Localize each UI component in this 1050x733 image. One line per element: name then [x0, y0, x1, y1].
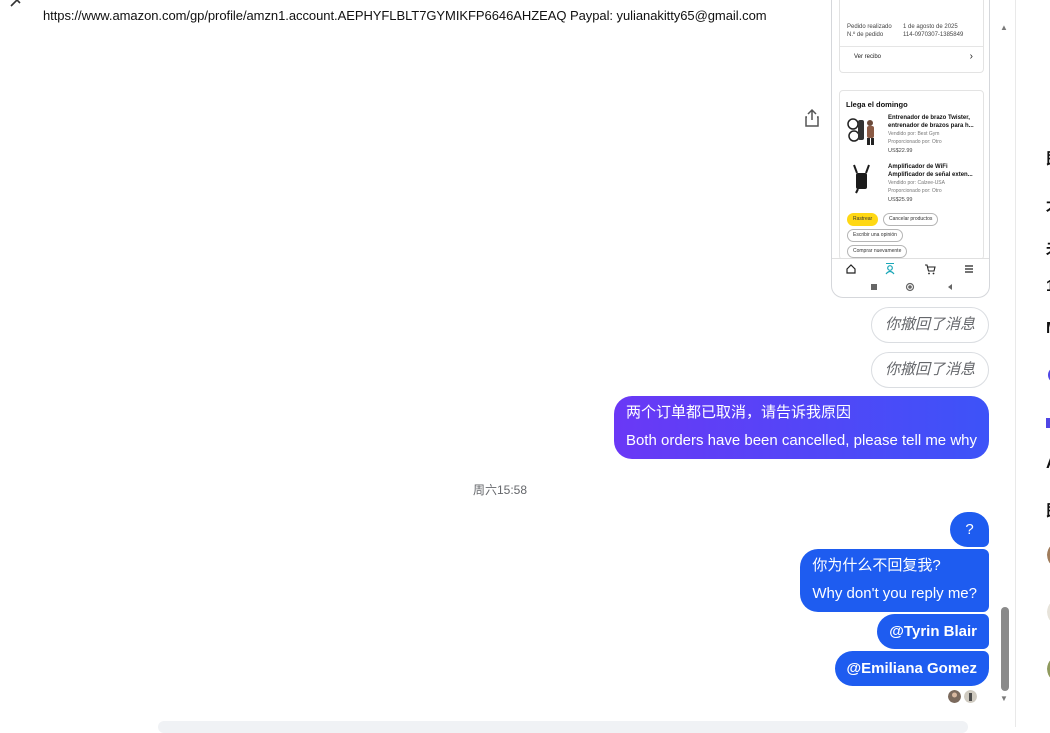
share-icon[interactable] [803, 108, 821, 128]
timestamp: 周六15:58 [473, 483, 528, 497]
message-text-en: Both orders have been cancelled, please … [625, 432, 977, 449]
read-receipt-avatar [964, 690, 977, 703]
product-name: Entrenador de brazo Twister, entrenador … [888, 115, 974, 129]
panel-text: 才 [1046, 193, 1050, 217]
message-bubble[interactable]: ? [950, 512, 989, 547]
order-date-row: Pedido realizado 1 de agosto de 2025 [847, 24, 958, 30]
product-provider: Proporcionado por: Otro [888, 188, 942, 194]
panel-text: 即 [1046, 145, 1050, 169]
pin-icon [10, 0, 21, 7]
scrollbar-thumb[interactable] [1001, 607, 1009, 691]
right-side-panel: 即 才 未 1 M A 即 [1015, 0, 1050, 727]
panel-text: 未 [1046, 235, 1050, 259]
status-dot-icon [1048, 369, 1050, 381]
shared-screenshot[interactable]: Pedido realizado 1 de agosto de 2025 N.º … [831, 0, 990, 298]
message-text-cn: 你为什么不回复我? [812, 557, 941, 574]
url-caption: https://www.amazon.com/gp/profile/amzn1.… [43, 8, 767, 23]
shipment-box: Llega el domingo Entrenador de brazo Twi… [839, 90, 984, 260]
message-composer[interactable] [158, 721, 968, 733]
read-receipt-avatar [948, 690, 961, 703]
app-tab-bar [832, 258, 989, 279]
panel-text: A [1046, 455, 1050, 473]
product-provider: Proporcionado por: Otro [888, 139, 942, 145]
mention-tyrin-blair[interactable]: @Tyrin Blair [889, 623, 977, 640]
order-number-row: N.º de pedido 114-0970307-1385849 [847, 32, 964, 38]
wifi-extender-icon [853, 164, 870, 194]
buy-again-button: Comprar nuevamente [847, 245, 908, 258]
message-text: ? [965, 521, 974, 538]
mention-message[interactable]: @Emiliana Gomez [834, 651, 989, 686]
arm-trainer-icon [847, 118, 874, 145]
status-bar-icon [1046, 418, 1050, 428]
scroll-down-arrow-icon[interactable]: ▼ [1000, 694, 1008, 703]
product-price: US$22.99 [888, 148, 913, 154]
cart-icon [925, 264, 936, 275]
receipt-link: Ver recibo › [840, 46, 983, 67]
message-text-en: Why don't you reply me? [812, 585, 977, 602]
account-icon [885, 263, 895, 275]
shipment-title: Llega el domingo [846, 100, 908, 109]
home-icon [846, 264, 856, 274]
track-button: Rastrear [847, 213, 879, 226]
recalled-message: 你撤回了消息 [870, 307, 989, 343]
order-info-box: Pedido realizado 1 de agosto de 2025 N.º … [839, 0, 984, 73]
product-price: US$25.99 [888, 197, 913, 203]
message-text-cn: 两个订单都已取消，请告诉我原因 [625, 404, 851, 421]
message-bubble[interactable]: 你为什么不回复我? Why don't you reply me? [800, 549, 989, 612]
scroll-up-arrow-icon[interactable]: ▲ [1000, 23, 1008, 32]
cancel-products-button: Cancelar productos [883, 213, 939, 226]
panel-text: 即 [1046, 497, 1050, 521]
mention-message[interactable]: @Tyrin Blair [877, 614, 989, 649]
menu-icon [965, 265, 973, 273]
mention-emiliana-gomez[interactable]: @Emiliana Gomez [847, 660, 978, 677]
product-name: Amplificador de WiFi Amplificador de señ… [888, 164, 973, 178]
message-bubble[interactable]: 两个订单都已取消，请告诉我原因 Both orders have been ca… [613, 396, 989, 459]
panel-text: 1 [1046, 278, 1050, 296]
chevron-right-icon: › [969, 51, 973, 62]
android-nav-bar [871, 282, 952, 292]
recalled-message: 你撤回了消息 [870, 352, 989, 388]
write-review-button: Escribir una opinión [847, 229, 903, 242]
panel-text: M [1046, 320, 1050, 338]
